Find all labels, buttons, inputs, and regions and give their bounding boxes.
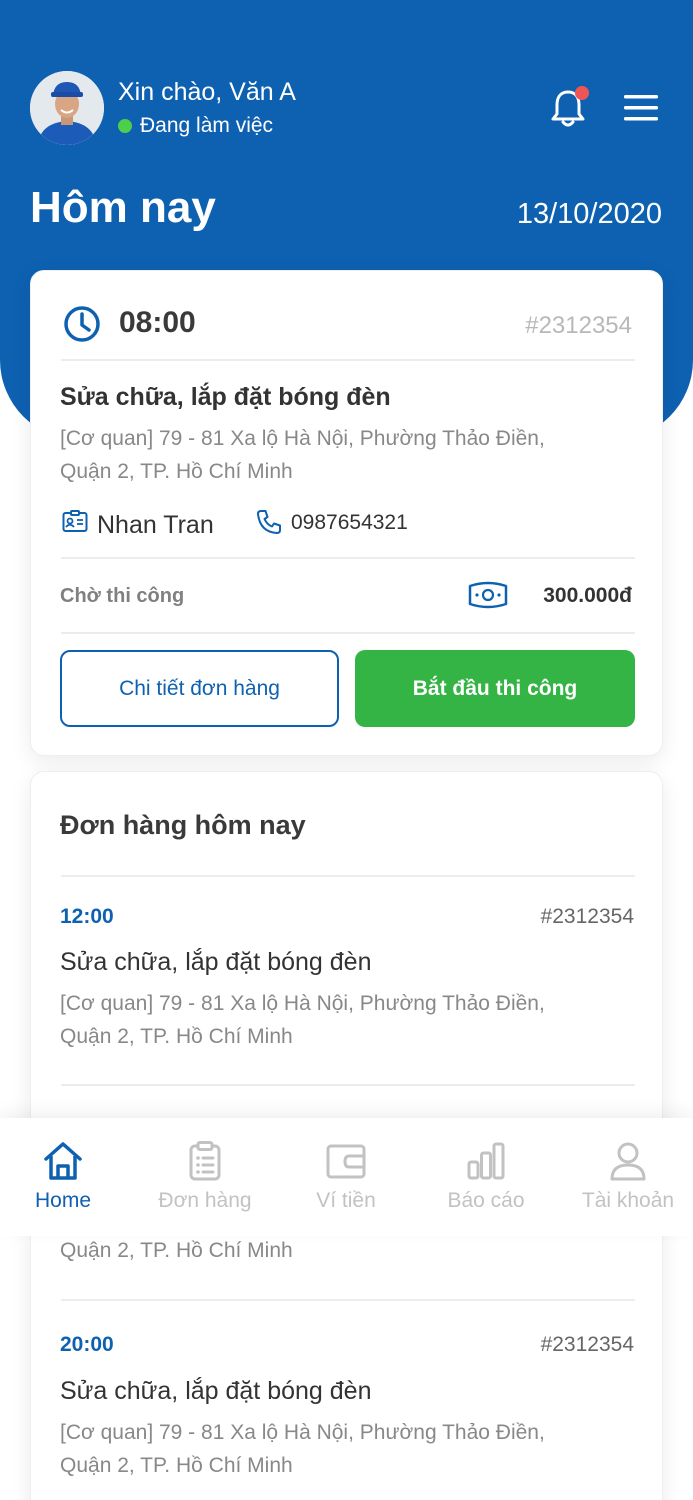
divider: [61, 359, 635, 361]
home-icon: [44, 1142, 82, 1180]
tab-wallet[interactable]: Ví tiền: [276, 1118, 416, 1236]
phone-icon[interactable]: [256, 509, 282, 535]
section-title: Đơn hàng hôm nay: [60, 810, 306, 840]
item-code: #2312354: [540, 905, 634, 928]
greeting-text: Xin chào, Văn A: [118, 78, 296, 106]
order-code: #2312354: [525, 312, 632, 339]
app-screen: Xin chào, Văn A Đang làm việc Hôm nay 13…: [0, 0, 693, 1500]
order-price: 300.000đ: [543, 584, 632, 607]
order-address: [Cơ quan] 79 - 81 Xa lộ Hà Nội, Phường T…: [60, 422, 620, 488]
customer-phone[interactable]: 0987654321: [291, 509, 408, 537]
item-title: Sửa chữa, lắp đặt bóng đèn: [60, 948, 372, 976]
order-title: Sửa chữa, lắp đặt bóng đèn: [60, 383, 391, 411]
wallet-icon: [326, 1144, 366, 1179]
tab-orders-label: Đơn hàng: [158, 1189, 252, 1212]
clipboard-icon: [189, 1141, 221, 1181]
money-icon: [468, 581, 508, 609]
list-item[interactable]: 12:00 #2312354 Sửa chữa, lắp đặt bóng đè…: [31, 876, 664, 1086]
user-icon: [610, 1142, 646, 1181]
current-order-card[interactable]: 08:00 #2312354 Sửa chữa, lắp đặt bóng đè…: [30, 270, 663, 756]
item-title: Sửa chữa, lắp đặt bóng đèn: [60, 1377, 372, 1405]
tab-reports[interactable]: Báo cáo: [416, 1118, 556, 1236]
item-address: [Cơ quan] 79 - 81 Xa lộ Hà Nội, Phường T…: [60, 987, 620, 1053]
item-code: #2312354: [540, 1333, 634, 1356]
start-work-button[interactable]: Bắt đầu thi công: [355, 650, 635, 727]
notification-badge: [575, 86, 589, 100]
order-detail-button[interactable]: Chi tiết đơn hàng: [60, 650, 339, 727]
order-status: Chờ thi công: [60, 585, 185, 607]
avatar[interactable]: [30, 71, 104, 145]
item-address: Quận 2, TP. Hồ Chí Minh: [60, 1234, 620, 1267]
order-time: 08:00: [119, 306, 196, 339]
chart-icon: [467, 1142, 505, 1180]
tab-wallet-label: Ví tiền: [316, 1189, 376, 1212]
status-online-dot: [118, 119, 132, 133]
divider: [61, 632, 635, 634]
work-status-label: Đang làm việc: [140, 114, 274, 137]
address-line-2: Quận 2, TP. Hồ Chí Minh: [60, 460, 293, 483]
divider: [61, 557, 635, 559]
tab-account[interactable]: Tài khoản: [558, 1118, 693, 1236]
tab-reports-label: Báo cáo: [447, 1189, 525, 1212]
menu-icon[interactable]: [624, 94, 658, 122]
item-time: 12:00: [60, 905, 114, 928]
bottom-tab-bar: Home Đơn hàng Ví tiền Báo cáo Tài khoản: [0, 1118, 693, 1236]
tab-home-label: Home: [34, 1189, 92, 1212]
clock-icon: [64, 306, 100, 342]
item-time: 20:00: [60, 1333, 114, 1356]
address-line-1: [Cơ quan] 79 - 81 Xa lộ Hà Nội, Phường T…: [60, 1421, 545, 1444]
id-card-icon: [62, 510, 88, 532]
work-status: Đang làm việc: [118, 112, 273, 140]
address-line-1: [Cơ quan] 79 - 81 Xa lộ Hà Nội, Phường T…: [60, 427, 545, 450]
address-line-1: [Cơ quan] 79 - 81 Xa lộ Hà Nội, Phường T…: [60, 992, 545, 1015]
tab-account-label: Tài khoản: [581, 1189, 675, 1212]
avatar-image: [30, 71, 104, 145]
tab-home[interactable]: Home: [0, 1118, 133, 1236]
tab-orders[interactable]: Đơn hàng: [135, 1118, 275, 1236]
customer-name: Nhan Tran: [97, 511, 214, 539]
list-item[interactable]: 20:00 #2312354 Sửa chữa, lắp đặt bóng đè…: [31, 1301, 664, 1500]
address-line-2: Quận 2, TP. Hồ Chí Minh: [60, 1239, 293, 1262]
page-title: Hôm nay: [30, 183, 216, 232]
address-line-2: Quận 2, TP. Hồ Chí Minh: [60, 1025, 293, 1048]
item-address: [Cơ quan] 79 - 81 Xa lộ Hà Nội, Phường T…: [60, 1416, 620, 1482]
address-line-2: Quận 2, TP. Hồ Chí Minh: [60, 1454, 293, 1477]
current-date: 13/10/2020: [516, 198, 662, 230]
